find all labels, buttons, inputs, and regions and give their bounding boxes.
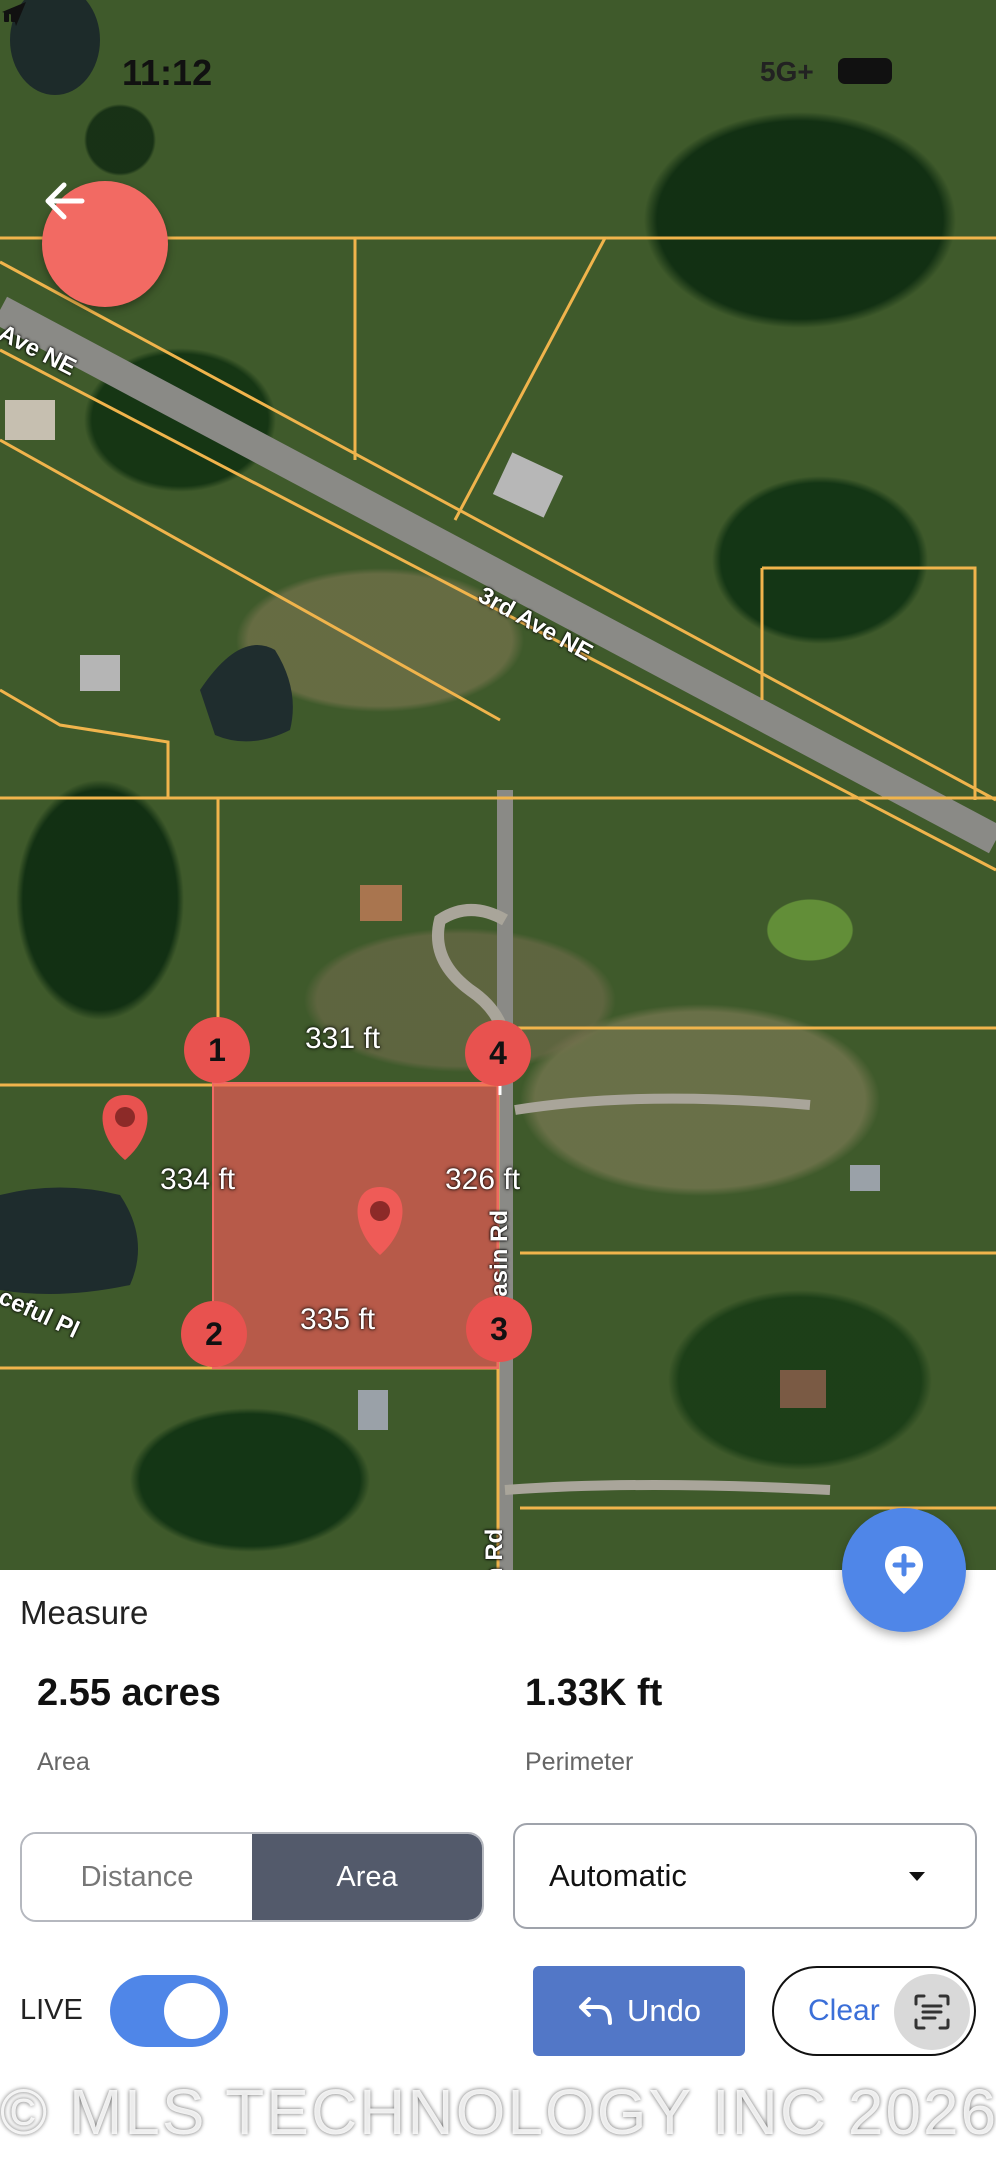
segment-length-right: 326 ft	[445, 1163, 521, 1196]
building	[850, 1165, 880, 1191]
units-dropdown-value: Automatic	[549, 1858, 687, 1893]
toggle-knob	[164, 1983, 220, 2039]
live-label: LIVE	[20, 1994, 83, 2026]
back-button[interactable]	[42, 181, 168, 307]
road-label: n Rd	[481, 1528, 508, 1570]
clear-label: Clear	[808, 1994, 880, 2027]
pond	[200, 645, 293, 742]
signal-icon	[4, 8, 16, 22]
vertex-marker-2[interactable]: 2	[181, 1301, 247, 1367]
network-type: 5G+	[760, 56, 814, 87]
building	[492, 452, 564, 518]
driveway	[504, 1480, 831, 1495]
vertex-marker-1[interactable]: 1	[184, 1017, 250, 1083]
vertex-marker-4[interactable]: 4	[465, 1020, 531, 1086]
undo-icon	[578, 1997, 612, 2025]
scan-text-icon[interactable]	[894, 1974, 970, 2050]
copyright-watermark: © MLS TECHNOLOGY INC 2026	[0, 2076, 996, 2148]
satellite-map[interactable]: Ave NE 3rd Ave NE Basin Rd n Rd ceful Pl…	[0, 0, 996, 1570]
area-value: 2.55 acres	[37, 1672, 221, 1714]
add-location-icon	[885, 1546, 923, 1594]
arrow-left-icon	[45, 182, 85, 220]
building	[80, 655, 120, 691]
clear-button[interactable]: Clear	[772, 1966, 976, 2056]
vertex-marker-3[interactable]: 3	[466, 1296, 532, 1362]
area-label: Area	[37, 1748, 90, 1776]
building	[360, 885, 402, 921]
perimeter-label: Perimeter	[525, 1748, 634, 1776]
road-3rd-ave-ne	[0, 296, 996, 854]
perimeter-value: 1.33K ft	[525, 1672, 663, 1714]
units-dropdown[interactable]: Automatic	[513, 1823, 977, 1929]
driveway	[514, 1093, 811, 1115]
undo-button[interactable]: Undo	[533, 1966, 745, 2056]
map-pin-icon[interactable]	[102, 1095, 148, 1160]
tab-area[interactable]: Area	[252, 1834, 482, 1920]
segment-length-bottom: 335 ft	[300, 1303, 376, 1336]
measure-mode-toggle: Distance Area	[20, 1832, 484, 1922]
tab-distance[interactable]: Distance	[22, 1834, 252, 1920]
segment-length-left: 334 ft	[160, 1163, 236, 1196]
panel-title: Measure	[20, 1594, 149, 1631]
building	[358, 1390, 388, 1430]
live-toggle[interactable]	[110, 1975, 228, 2047]
segment-length-top: 331 ft	[305, 1022, 381, 1055]
measure-panel: Measure 2.55 acres Area 1.33K ft Perimet…	[0, 1570, 996, 2160]
status-time: 11:12	[122, 52, 213, 93]
add-location-button[interactable]	[842, 1508, 966, 1632]
battery-icon	[838, 58, 892, 84]
building	[780, 1370, 826, 1408]
building	[5, 400, 55, 440]
undo-label: Undo	[626, 1993, 702, 2028]
pond	[0, 1187, 138, 1294]
chevron-down-icon	[909, 1871, 925, 1881]
